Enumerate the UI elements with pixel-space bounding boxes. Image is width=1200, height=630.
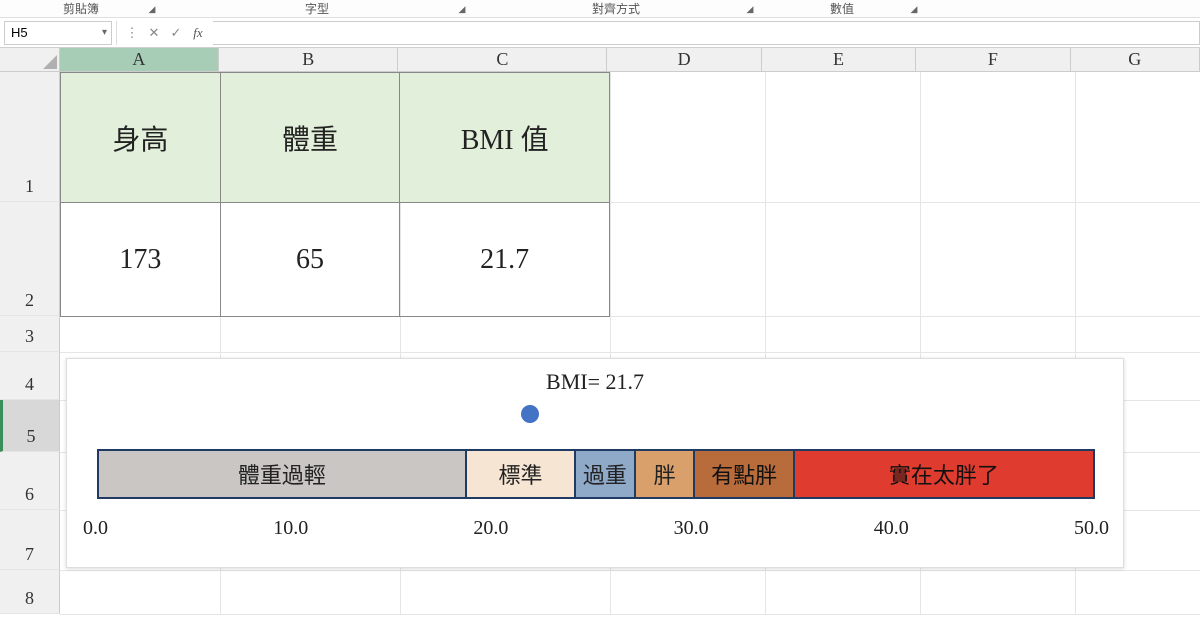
col-header-A[interactable]: A [60, 48, 219, 71]
name-box-value: H5 [11, 25, 28, 40]
formula-bar: H5 ▾ ⋮ ✕ ✓ fx [0, 18, 1200, 48]
ribbon-group-number: 數值 ◢ [760, 0, 924, 17]
select-all-corner[interactable] [0, 48, 60, 71]
table-header-cell[interactable]: BMI 值 [400, 73, 610, 203]
axis-tick-label: 40.0 [874, 517, 909, 540]
bmi-segment: 實在太胖了 [795, 451, 1093, 497]
cancel-icon[interactable]: ✕ [145, 25, 163, 41]
col-header-F[interactable]: F [916, 48, 1070, 71]
ribbon-group-alignment: 對齊方式 ◢ [472, 0, 760, 17]
row-header-1[interactable]: 1 [0, 72, 60, 202]
chevron-down-icon[interactable]: ▾ [102, 27, 107, 38]
row-header-4[interactable]: 4 [0, 352, 60, 400]
dialog-launcher-icon[interactable]: ◢ [908, 3, 920, 15]
bmi-segment: 有點胖 [695, 451, 794, 497]
axis-tick-label: 0.0 [83, 517, 108, 540]
bmi-marker-dot [521, 405, 539, 423]
axis-tick-label: 20.0 [473, 517, 508, 540]
confirm-icon[interactable]: ✓ [167, 25, 185, 41]
chart-title: BMI= 21.7 [67, 359, 1123, 395]
bmi-range-bar: 體重過輕標準過重胖有點胖實在太胖了 [97, 449, 1095, 499]
ribbon-group-label: 剪貼簿 [63, 0, 99, 17]
chart-axis: 0.0 10.0 20.0 30.0 40.0 50.0 [83, 517, 1109, 540]
row-header-7[interactable]: 7 [0, 510, 60, 570]
row-header-6[interactable]: 6 [0, 452, 60, 510]
sheet-body[interactable]: 12345678 身高體重BMI 值 1736521.7 BMI= 21.7 體重過輕標… [0, 72, 1200, 614]
table-header-cell[interactable]: 體重 [220, 73, 400, 203]
table-header-cell[interactable]: 身高 [61, 73, 221, 203]
bmi-chart[interactable]: BMI= 21.7 體重過輕標準過重胖有點胖實在太胖了 0.0 10.0 20.0 30.… [66, 358, 1124, 568]
name-box[interactable]: H5 ▾ [4, 21, 112, 45]
ribbon-group-label: 字型 [305, 0, 329, 17]
bmi-segment: 體重過輕 [99, 451, 467, 497]
bmi-segment: 過重 [576, 451, 636, 497]
ribbon-group-labels: 剪貼簿 ◢ 字型 ◢ 對齊方式 ◢ 數值 ◢ [0, 0, 1200, 18]
bmi-segment: 胖 [636, 451, 696, 497]
ribbon-group-label: 對齊方式 [592, 0, 640, 17]
row-header-5[interactable]: 5 [0, 400, 60, 452]
ribbon-group-clipboard: 剪貼簿 ◢ [0, 0, 162, 17]
more-icon[interactable]: ⋮ [123, 25, 141, 41]
dialog-launcher-icon[interactable]: ◢ [744, 3, 756, 15]
formula-bar-buttons: ⋮ ✕ ✓ fx [116, 21, 213, 45]
row-header-3[interactable]: 3 [0, 316, 60, 352]
dialog-launcher-icon[interactable]: ◢ [146, 3, 158, 15]
axis-tick-label: 10.0 [273, 517, 308, 540]
worksheet-grid[interactable]: A B C D E F G 12345678 身高體重BMI 值 1736521.7… [0, 48, 1200, 630]
col-header-E[interactable]: E [762, 48, 916, 71]
ribbon-group-font: 字型 ◢ [162, 0, 472, 17]
col-header-G[interactable]: G [1071, 48, 1200, 71]
table-value-cell[interactable]: 65 [220, 203, 400, 317]
bmi-segment: 標準 [467, 451, 576, 497]
col-header-B[interactable]: B [219, 48, 398, 71]
dialog-launcher-icon[interactable]: ◢ [456, 3, 468, 15]
row-header-2[interactable]: 2 [0, 202, 60, 316]
column-header-row: A B C D E F G [0, 48, 1200, 72]
table-value-cell[interactable]: 173 [61, 203, 221, 317]
formula-input[interactable] [213, 21, 1200, 45]
col-header-C[interactable]: C [398, 48, 607, 71]
table-value-cell[interactable]: 21.7 [400, 203, 610, 317]
ribbon-group-label: 數值 [830, 0, 854, 17]
axis-tick-label: 30.0 [674, 517, 709, 540]
col-header-D[interactable]: D [607, 48, 761, 71]
bmi-data-table[interactable]: 身高體重BMI 值 1736521.7 [60, 72, 610, 317]
fx-icon[interactable]: fx [189, 25, 207, 41]
row-header-8[interactable]: 8 [0, 570, 60, 614]
axis-tick-label: 50.0 [1074, 517, 1109, 540]
